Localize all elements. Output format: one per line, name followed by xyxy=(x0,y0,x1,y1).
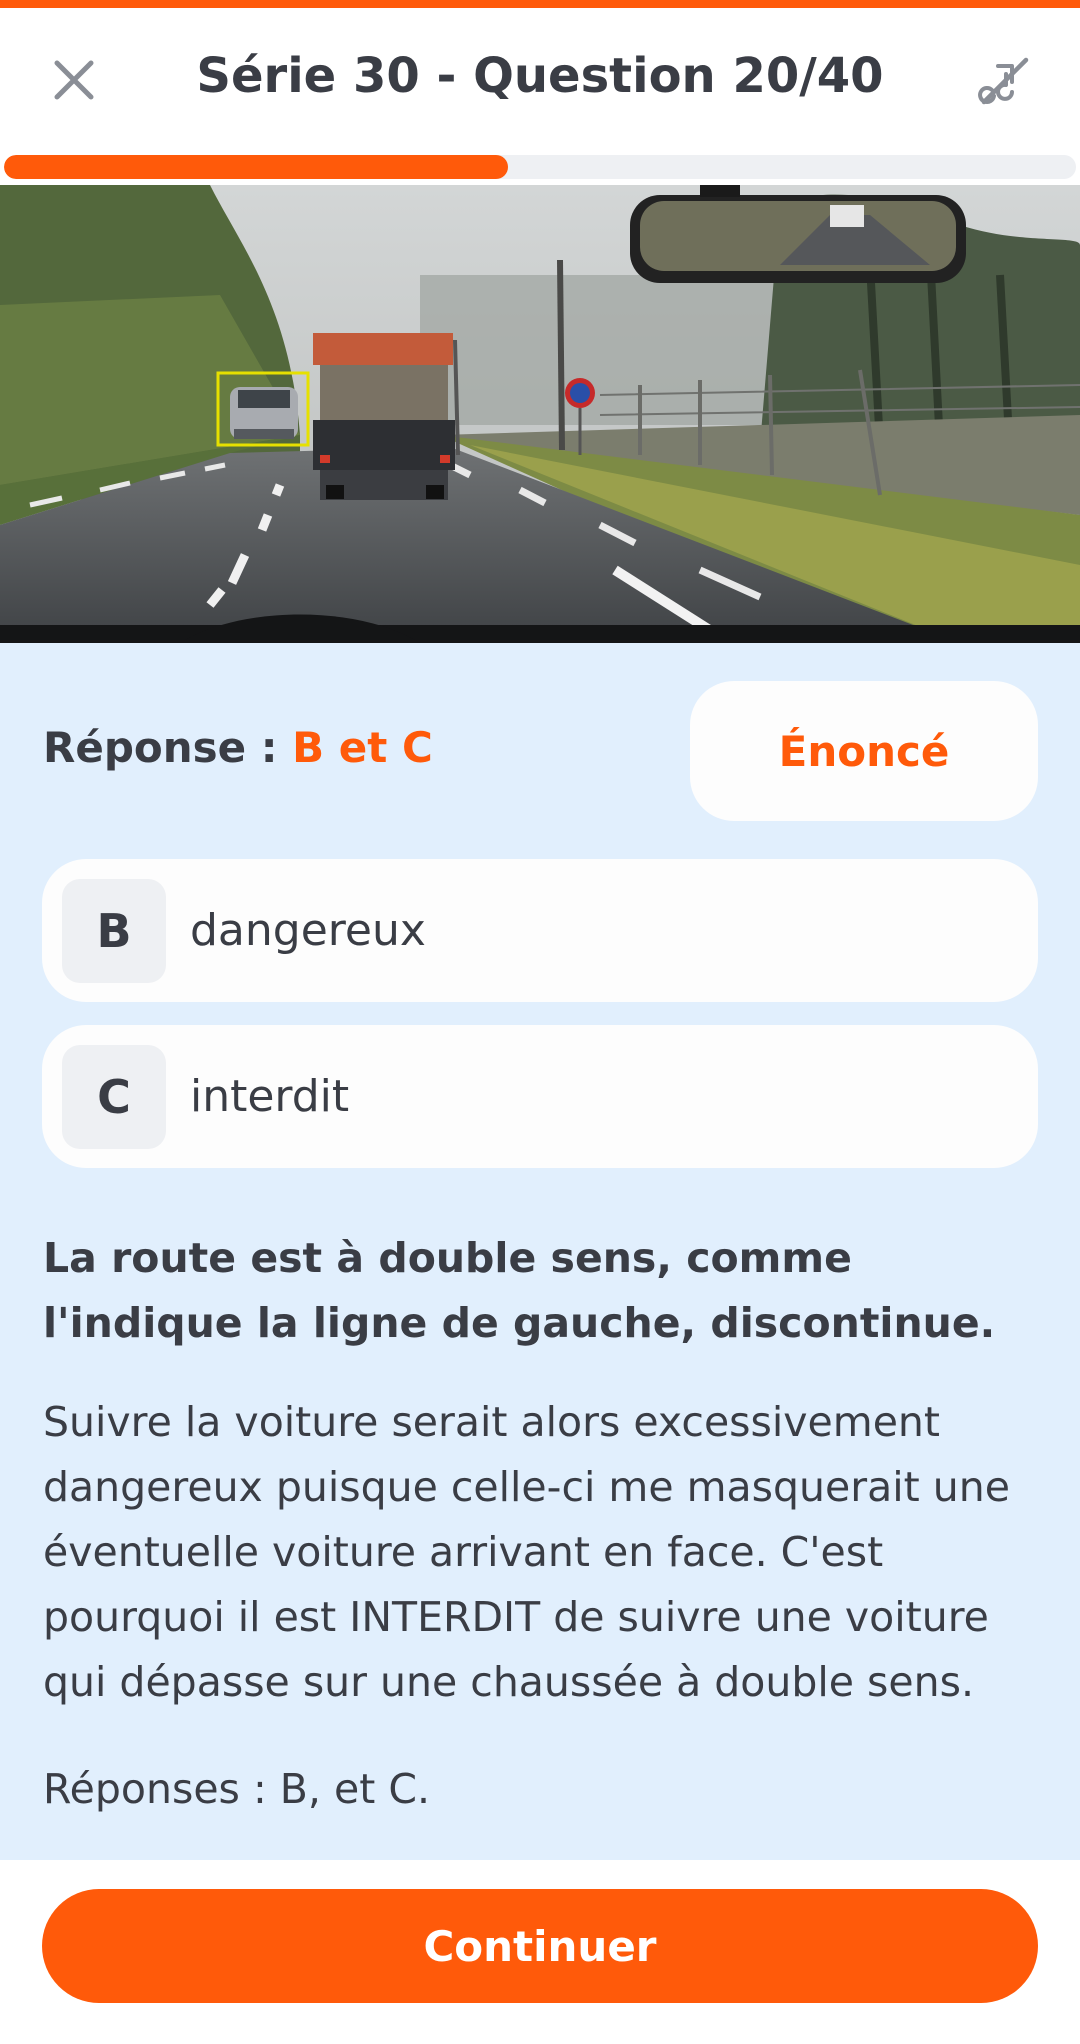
top-accent-bar xyxy=(0,0,1080,8)
answer-label: Réponse : xyxy=(43,723,293,772)
continue-button[interactable]: Continuer xyxy=(42,1889,1038,2003)
sound-off-icon xyxy=(978,57,1029,105)
option-letter: B xyxy=(62,879,166,983)
header: Série 30 - Question 20/40 xyxy=(0,8,1080,153)
answer-summary: Réponse : B et C xyxy=(43,723,433,772)
answer-panel: Réponse : B et C Énoncé B dangereux C in… xyxy=(0,643,1080,1860)
page-title: Série 30 - Question 20/40 xyxy=(196,48,884,104)
explanation-summary: Réponses : B, et C. xyxy=(43,1765,430,1813)
option-text: dangereux xyxy=(190,905,426,956)
progress-bar xyxy=(4,155,1076,179)
answer-value: B et C xyxy=(292,723,433,772)
footer: Continuer xyxy=(0,1860,1080,2044)
option-c[interactable]: C interdit xyxy=(42,1025,1038,1168)
explanation-heading: La route est à double sens, comme l'indi… xyxy=(43,1234,996,1347)
progress-fill xyxy=(4,155,508,179)
explanation-text: Suivre la voiture serait alors excessive… xyxy=(43,1398,1010,1706)
enonce-button[interactable]: Énoncé xyxy=(690,681,1038,821)
road-scene-photo xyxy=(0,185,1080,643)
option-b[interactable]: B dangereux xyxy=(42,859,1038,1002)
option-text: interdit xyxy=(190,1071,350,1122)
sound-toggle-button[interactable] xyxy=(968,46,1040,118)
option-letter: C xyxy=(62,1045,166,1149)
